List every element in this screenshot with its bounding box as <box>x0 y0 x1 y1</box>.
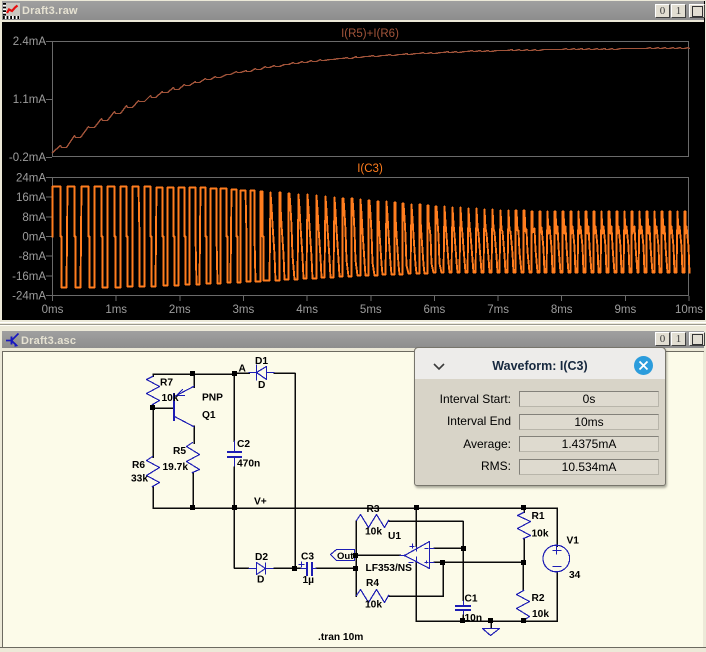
svg-text:-16mA: -16mA <box>12 271 46 283</box>
svg-text:10n: 10n <box>465 613 483 624</box>
svg-text:V+: V+ <box>254 497 267 508</box>
svg-text:470n: 470n <box>237 459 260 470</box>
svg-text:4ms: 4ms <box>296 304 318 316</box>
svg-text:10k: 10k <box>532 529 549 540</box>
svg-text:3ms: 3ms <box>233 304 255 316</box>
svg-text:D: D <box>257 575 264 586</box>
svg-text:19.7k: 19.7k <box>163 462 189 473</box>
svg-text:10k: 10k <box>365 600 382 611</box>
svg-text:C2: C2 <box>237 439 250 450</box>
svg-text:C1: C1 <box>465 594 478 605</box>
svg-text:R7: R7 <box>160 378 173 389</box>
svg-text:-0.2mA: -0.2mA <box>9 152 46 164</box>
svg-text:1µ: 1µ <box>303 575 315 586</box>
svg-text:2ms: 2ms <box>169 304 191 316</box>
svg-text:8mA: 8mA <box>22 212 46 224</box>
svg-text:6ms: 6ms <box>424 304 446 316</box>
svg-text:C3: C3 <box>301 552 314 563</box>
svg-text:R1: R1 <box>532 511 545 522</box>
svg-text:U1: U1 <box>388 531 401 542</box>
svg-text:10k: 10k <box>162 393 179 404</box>
svg-text:D2: D2 <box>255 552 268 563</box>
svg-text:R5: R5 <box>173 446 186 457</box>
svg-text:LF353/NS: LF353/NS <box>366 563 413 574</box>
svg-text:R6: R6 <box>132 460 145 471</box>
svg-text:I(C3): I(C3) <box>357 163 383 175</box>
svg-text:Out: Out <box>337 551 354 562</box>
svg-text:9ms: 9ms <box>615 304 637 316</box>
svg-text:I(R5)+I(R6): I(R5)+I(R6) <box>341 28 399 40</box>
svg-text:-8mA: -8mA <box>19 251 47 263</box>
svg-text:10ms: 10ms <box>675 304 703 316</box>
svg-text:34: 34 <box>569 570 581 581</box>
svg-text:7ms: 7ms <box>487 304 509 316</box>
svg-text:33k: 33k <box>131 474 148 485</box>
svg-text:R3: R3 <box>367 504 380 515</box>
svg-text:R2: R2 <box>532 593 545 604</box>
svg-text:24mA: 24mA <box>16 173 46 185</box>
svg-text:R4: R4 <box>366 578 379 589</box>
svg-text:D1: D1 <box>255 356 268 367</box>
svg-text:V1: V1 <box>567 536 580 547</box>
svg-text:D: D <box>258 380 265 391</box>
svg-text:5ms: 5ms <box>360 304 382 316</box>
svg-text:10k: 10k <box>532 609 549 620</box>
svg-text:1.1mA: 1.1mA <box>13 94 47 106</box>
svg-text:A: A <box>239 364 247 375</box>
svg-text:8ms: 8ms <box>551 304 573 316</box>
svg-text:Q1: Q1 <box>202 410 216 421</box>
svg-text:0mA: 0mA <box>22 232 46 244</box>
svg-text:1ms: 1ms <box>105 304 127 316</box>
svg-text:16mA: 16mA <box>16 192 46 204</box>
svg-text:2.4mA: 2.4mA <box>13 36 47 48</box>
svg-text:-24mA: -24mA <box>12 291 46 303</box>
svg-text:PNP: PNP <box>202 393 223 404</box>
svg-text:10k: 10k <box>365 527 382 538</box>
svg-text:.tran 10m: .tran 10m <box>318 632 363 643</box>
svg-text:0ms: 0ms <box>42 304 64 316</box>
